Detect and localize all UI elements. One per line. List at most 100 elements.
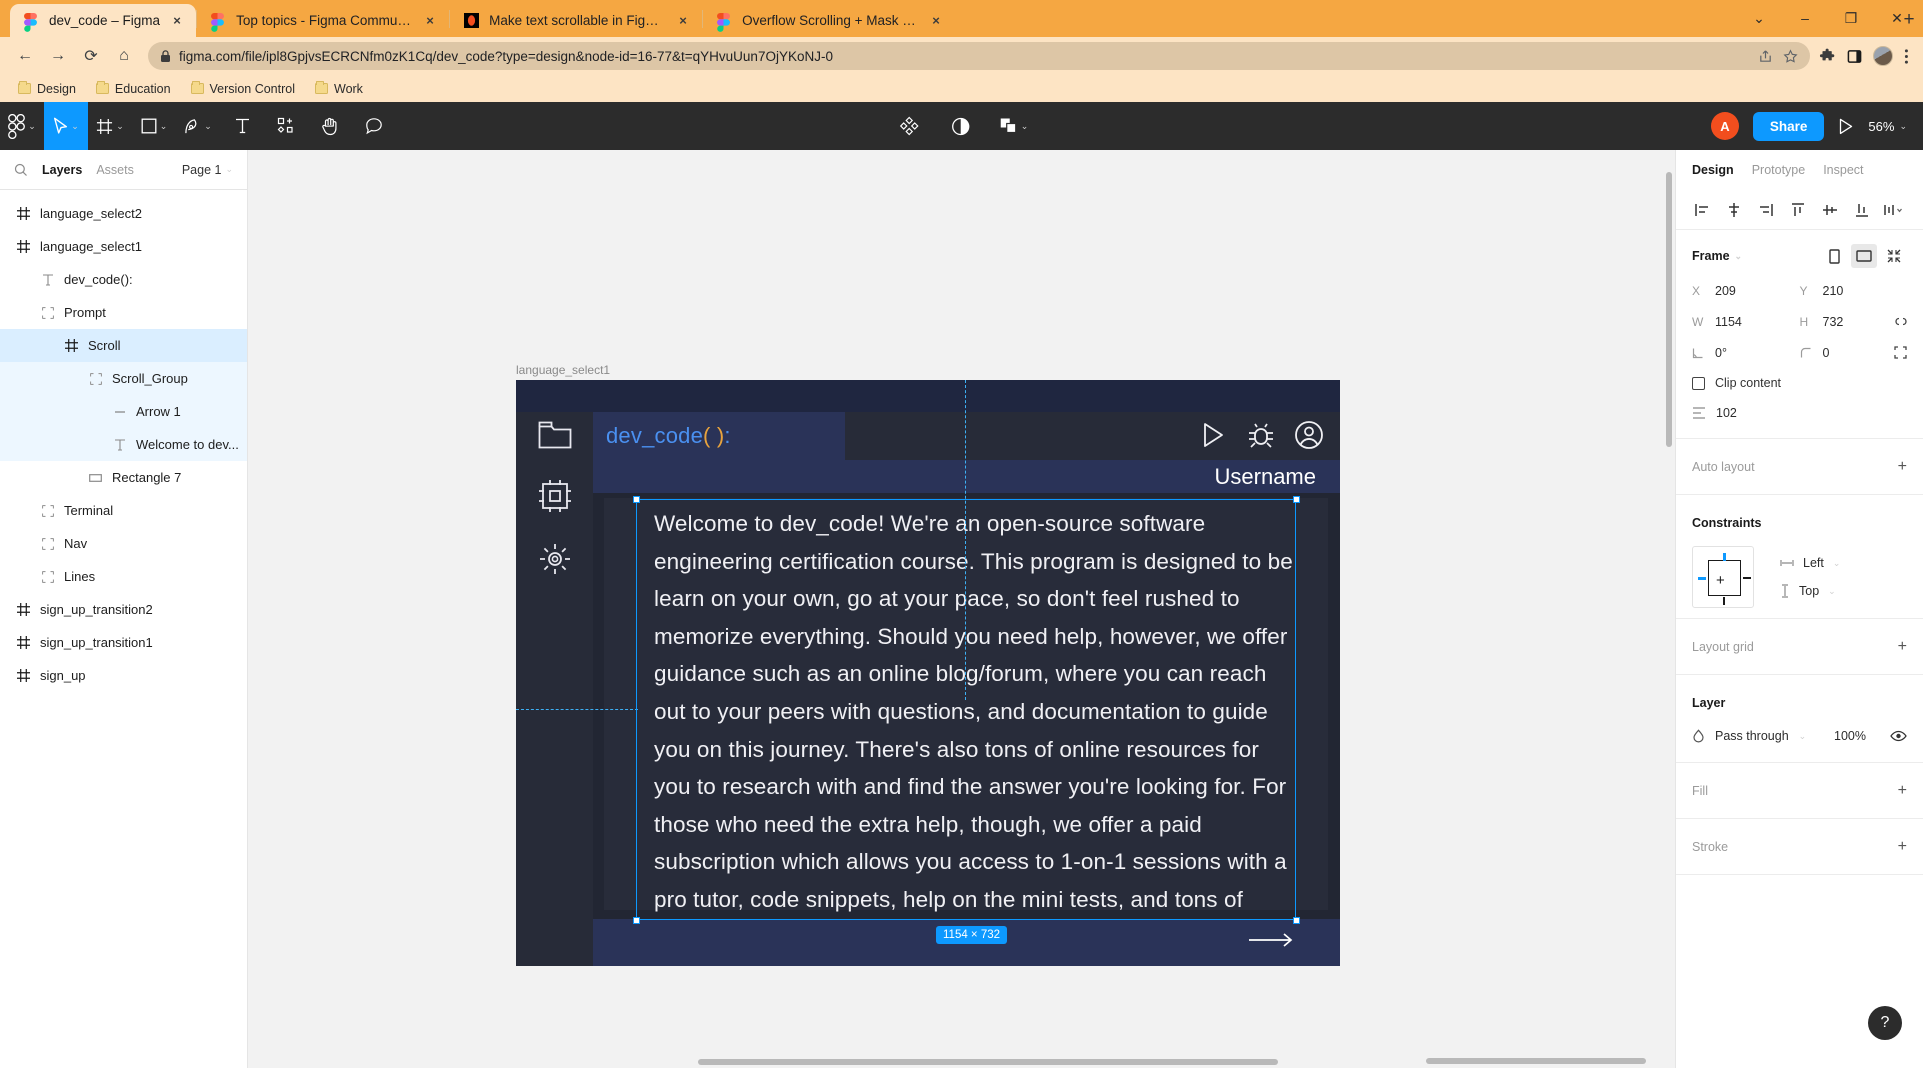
canvas-vertical-scrollbar[interactable] <box>1666 172 1672 447</box>
design-welcome-text[interactable]: Welcome to dev_code! We're an open-sourc… <box>654 505 1299 956</box>
tab-layers[interactable]: Layers <box>42 163 82 177</box>
constraint-tick-right[interactable] <box>1743 577 1751 579</box>
layer-row[interactable]: dev_code(): <box>0 263 247 296</box>
maximize-button[interactable]: ❐ <box>1829 3 1873 33</box>
tab-inspect[interactable]: Inspect <box>1823 163 1863 177</box>
reload-button[interactable]: ⟳ <box>76 41 106 71</box>
y-value[interactable]: 210 <box>1823 284 1844 298</box>
browser-tab[interactable]: Top topics - Figma Community Fo × <box>197 4 449 37</box>
settings-gear-icon[interactable] <box>538 542 572 576</box>
align-left-icon[interactable] <box>1686 194 1718 226</box>
move-tool-icon[interactable]: ⌄ <box>44 102 88 150</box>
url-text[interactable]: figma.com/file/ipl8GpjvsECRCNfm0zK1Cq/de… <box>179 49 833 64</box>
bookmark-star-icon[interactable] <box>1783 48 1798 64</box>
design-frame[interactable]: dev_code( ): Username Welcome to dev_cod… <box>516 380 1340 966</box>
text-tool-icon[interactable] <box>220 102 264 150</box>
share-button[interactable]: Share <box>1752 111 1825 141</box>
height-field[interactable]: H 732 <box>1800 314 1908 330</box>
constraint-tick-top[interactable] <box>1723 553 1726 561</box>
pen-tool-icon[interactable]: ⌄ <box>176 102 220 150</box>
horizontal-constraint-dropdown[interactable]: Left ⌄ <box>1780 556 1840 570</box>
tab-assets[interactable]: Assets <box>96 163 134 177</box>
x-value[interactable]: 209 <box>1715 284 1736 298</box>
chevron-down-icon[interactable]: ⌄ <box>28 121 36 131</box>
add-auto-layout-button[interactable]: + <box>1898 459 1907 475</box>
figma-canvas[interactable]: language_select1 dev_code( ): Username W… <box>248 150 1675 1068</box>
bookmark-item[interactable]: Work <box>307 79 371 99</box>
landscape-orientation-icon[interactable] <box>1851 244 1877 268</box>
corner-radius-field[interactable]: 0 <box>1800 346 1908 360</box>
constraint-tick-left[interactable] <box>1698 577 1706 580</box>
debug-icon[interactable] <box>1246 420 1276 450</box>
align-horizontal-center-icon[interactable] <box>1718 194 1750 226</box>
close-tab-button[interactable]: × <box>675 13 691 28</box>
frame-type-selector[interactable]: Frame ⌄ <box>1692 249 1742 263</box>
close-tab-button[interactable]: × <box>928 13 944 28</box>
align-right-icon[interactable] <box>1750 194 1782 226</box>
layer-row[interactable]: sign_up <box>0 659 247 692</box>
close-window-button[interactable]: ✕ <box>1875 3 1919 33</box>
folder-icon[interactable] <box>538 420 572 450</box>
vertical-constraint-dropdown[interactable]: Top ⌄ <box>1780 584 1840 598</box>
layer-row[interactable]: sign_up_transition2 <box>0 593 247 626</box>
bookmark-item[interactable]: Version Control <box>183 79 303 99</box>
align-vertical-center-icon[interactable] <box>1814 194 1846 226</box>
layer-row[interactable]: Nav <box>0 527 247 560</box>
sidebar-toggle-icon[interactable] <box>1847 49 1862 64</box>
add-layout-grid-button[interactable]: + <box>1898 639 1907 655</box>
constraints-widget[interactable]: + <box>1692 546 1754 608</box>
bookmark-item[interactable]: Design <box>10 79 84 99</box>
figma-menu-icon[interactable]: ⌄ <box>0 102 44 150</box>
extensions-puzzle-icon[interactable] <box>1819 48 1836 65</box>
layer-row[interactable]: Scroll_Group <box>0 362 247 395</box>
back-button[interactable]: ← <box>10 41 40 71</box>
resize-handle-top-right[interactable] <box>1292 495 1300 503</box>
tab-design[interactable]: Design <box>1692 163 1734 177</box>
h-value[interactable]: 732 <box>1823 315 1844 329</box>
add-fill-button[interactable]: + <box>1898 783 1907 799</box>
account-icon[interactable] <box>1294 420 1324 450</box>
chevron-down-icon[interactable]: ⌄ <box>1828 586 1836 596</box>
layer-row[interactable]: Prompt <box>0 296 247 329</box>
layer-row[interactable]: Arrow 1 <box>0 395 247 428</box>
chevron-down-icon[interactable]: ⌄ <box>1799 731 1807 741</box>
layer-row[interactable]: sign_up_transition1 <box>0 626 247 659</box>
layer-row[interactable]: Lines <box>0 560 247 593</box>
chevron-down-icon[interactable]: ⌄ <box>71 121 79 131</box>
chevron-down-icon[interactable]: ⌄ <box>116 121 124 131</box>
chevron-down-icon[interactable]: ⌄ <box>204 121 212 131</box>
rotation-value[interactable]: 0° <box>1715 346 1727 360</box>
align-bottom-icon[interactable] <box>1846 194 1878 226</box>
chrome-menu-icon[interactable] <box>1904 48 1909 65</box>
zoom-control[interactable]: 56% ⌄ <box>1868 119 1907 134</box>
resize-to-fit-icon[interactable] <box>1881 244 1907 268</box>
rotation-field[interactable]: 0° <box>1692 346 1800 360</box>
w-value[interactable]: 1154 <box>1715 315 1742 329</box>
frame-tool-icon[interactable]: ⌄ <box>88 102 132 150</box>
close-tab-button[interactable]: × <box>169 13 185 28</box>
search-icon[interactable] <box>14 163 28 177</box>
profile-avatar[interactable] <box>1873 46 1893 66</box>
forward-button[interactable]: → <box>43 41 73 71</box>
clip-content-checkbox[interactable] <box>1692 376 1705 390</box>
independent-corners-icon[interactable] <box>1894 346 1907 359</box>
portrait-orientation-icon[interactable] <box>1821 244 1847 268</box>
browser-tab[interactable]: Overflow Scrolling + Mask - Inter × <box>703 4 955 37</box>
close-tab-button[interactable]: × <box>422 13 438 28</box>
distribute-icon[interactable] <box>1878 194 1910 226</box>
clip-content-row[interactable]: Clip content <box>1692 368 1907 398</box>
address-bar[interactable]: figma.com/file/ipl8GpjvsECRCNfm0zK1Cq/de… <box>148 42 1810 70</box>
panel-horizontal-scrollbar[interactable] <box>1426 1058 1646 1064</box>
corner-radius-value[interactable]: 0 <box>1823 346 1830 360</box>
layer-row[interactable]: language_select2 <box>0 197 247 230</box>
boolean-icon[interactable]: ⌄ <box>991 102 1037 150</box>
share-page-icon[interactable] <box>1758 49 1773 64</box>
chevron-down-icon[interactable]: ⌄ <box>1735 251 1743 261</box>
shape-tool-icon[interactable]: ⌄ <box>132 102 176 150</box>
extensions-icon[interactable] <box>538 479 572 513</box>
resize-handle-bottom-left[interactable] <box>632 916 640 924</box>
layer-row[interactable]: Scroll <box>0 329 247 362</box>
bookmark-item[interactable]: Education <box>88 79 179 99</box>
comment-tool-icon[interactable] <box>352 102 396 150</box>
hand-tool-icon[interactable] <box>308 102 352 150</box>
